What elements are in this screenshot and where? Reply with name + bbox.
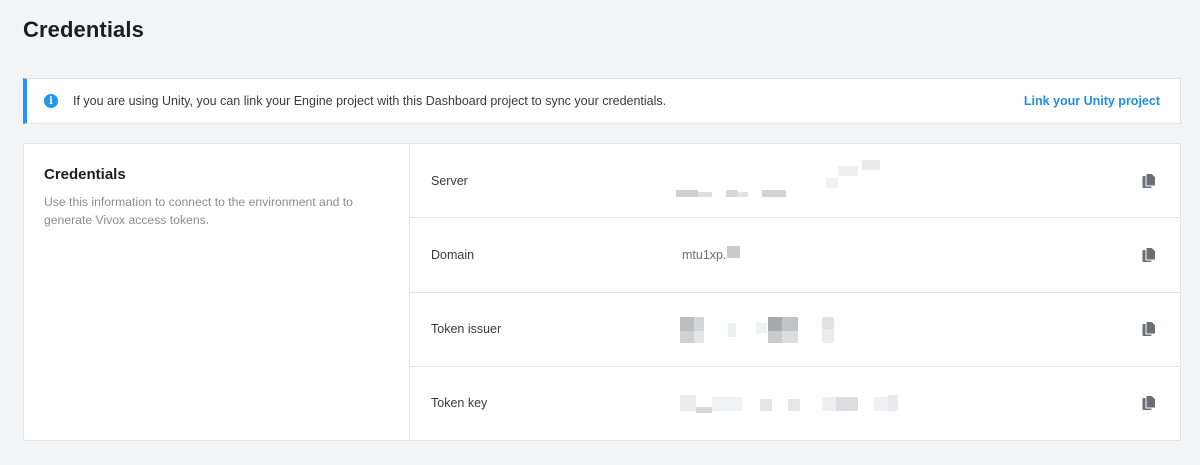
- redacted-value: [676, 315, 856, 350]
- credential-label: Token issuer: [431, 322, 502, 337]
- link-unity-project-link[interactable]: Link your Unity project: [1024, 94, 1160, 108]
- credential-label: Server: [431, 173, 468, 188]
- credential-row-token-issuer: Token issuer: [410, 293, 1180, 367]
- redacted-value: [676, 393, 916, 422]
- page-title: Credentials: [23, 17, 144, 42]
- credential-label: Token key: [431, 396, 488, 411]
- credential-row-token-key: Token key: [410, 367, 1180, 440]
- credentials-page: Credentials i If you are using Unity, yo…: [0, 0, 1200, 465]
- copy-icon[interactable]: [1142, 395, 1156, 411]
- section-description: Use this information to connect to the e…: [44, 195, 353, 227]
- copy-icon[interactable]: [1142, 172, 1156, 189]
- section-title: Credentials: [44, 166, 126, 183]
- info-banner: i If you are using Unity, you can link y…: [23, 78, 1181, 124]
- credential-row-domain: Domain mtu1xp.: [410, 218, 1180, 293]
- redacted-block: [727, 245, 741, 258]
- credential-row-server: Server: [410, 144, 1180, 219]
- credentials-info-panel: Credentials Use this information to conn…: [24, 144, 410, 440]
- credential-value: mtu1xp.: [682, 245, 741, 262]
- credential-label: Domain: [431, 247, 475, 262]
- info-icon: i: [44, 94, 58, 108]
- credentials-list: Server Domain mtu1xp. Token issuer Token…: [410, 144, 1180, 440]
- redacted-value: [676, 158, 916, 207]
- copy-icon[interactable]: [1142, 246, 1156, 263]
- copy-icon[interactable]: [1142, 321, 1156, 337]
- banner-text: If you are using Unity, you can link you…: [73, 94, 667, 108]
- domain-value: mtu1xp.: [682, 247, 727, 262]
- credentials-card: Credentials Use this information to conn…: [23, 143, 1181, 441]
